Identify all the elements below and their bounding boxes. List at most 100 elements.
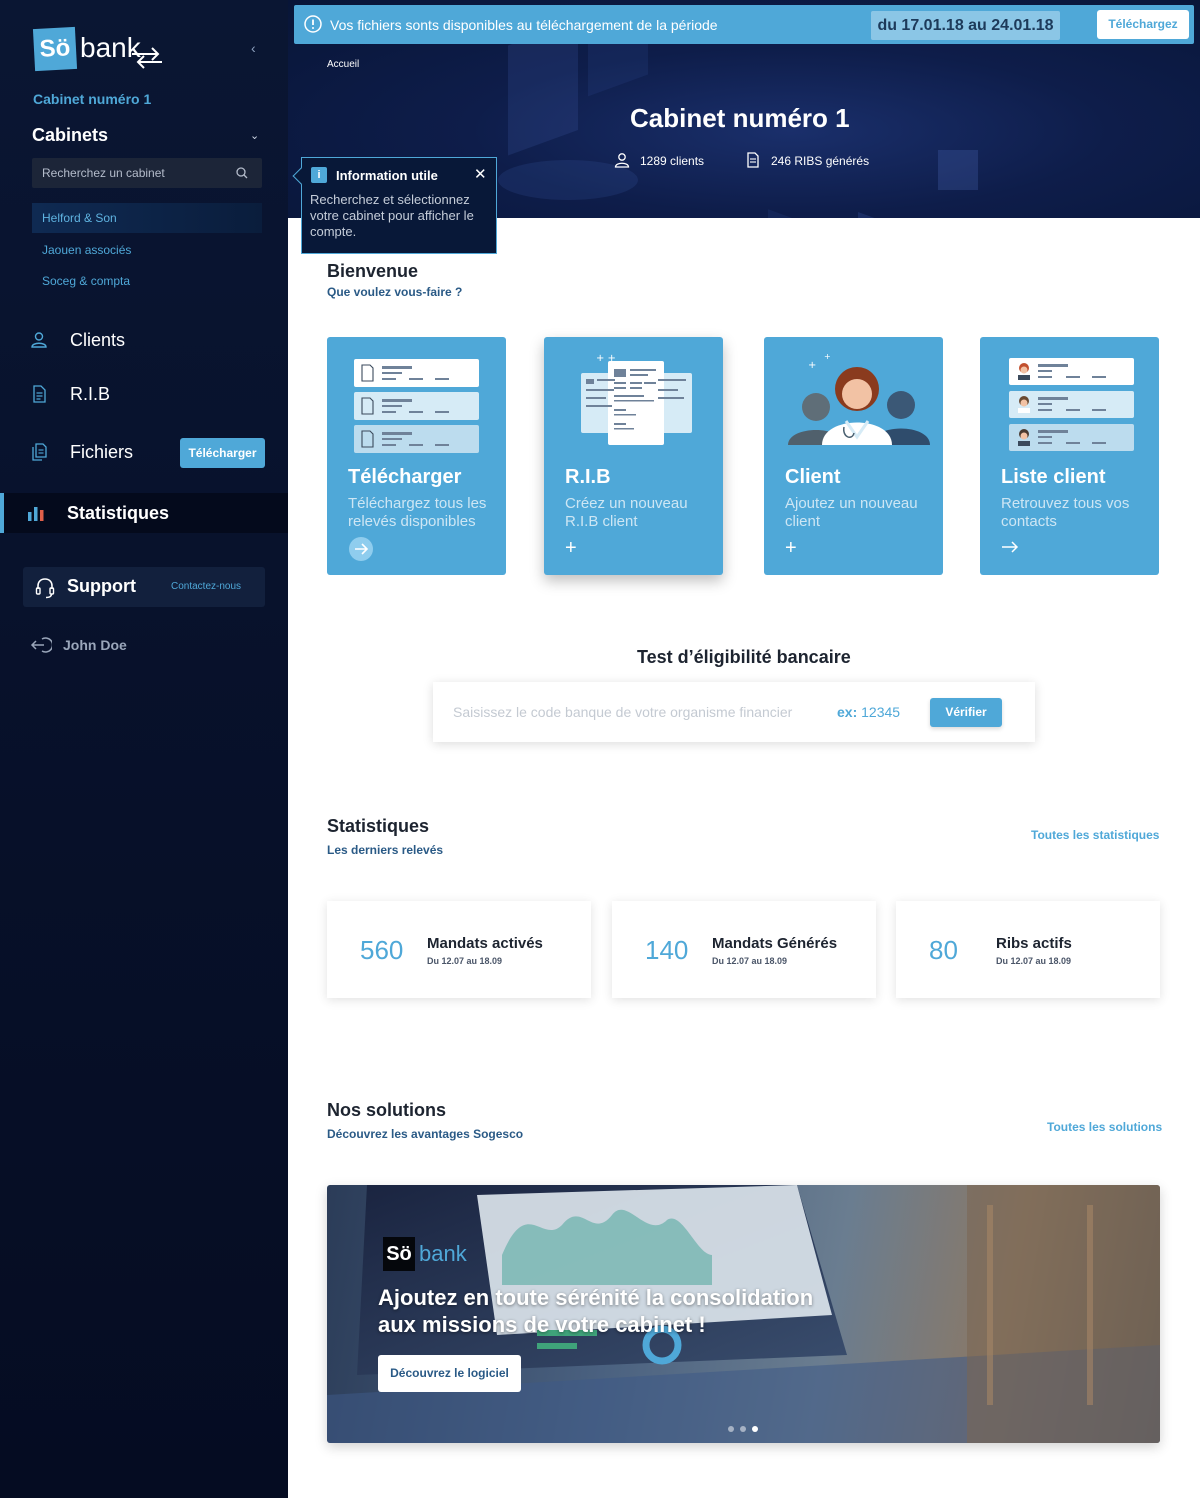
nav-label-statistiques: Statistiques <box>67 503 170 523</box>
solutions-title: Nos solutions <box>327 1100 447 1120</box>
breadcrumb[interactable]: Accueil <box>327 59 359 70</box>
collapse-sidebar-icon[interactable]: ‹ <box>251 40 256 56</box>
info-icon: i <box>311 167 327 183</box>
sobank-logo[interactable]: Sö bank <box>32 26 164 72</box>
example-label: ex: <box>837 704 858 720</box>
info-tooltip: i Information utile ✕ Recherchez et séle… <box>292 157 497 254</box>
card-title: Télécharger <box>348 466 462 488</box>
stat-value: 80 <box>929 935 958 965</box>
nav-item-statistiques[interactable]: Statistiques <box>0 493 288 533</box>
bar-chart-icon <box>28 507 44 521</box>
support-button[interactable]: Support Contactez-nous <box>23 567 265 607</box>
contacts-list-icon <box>1009 358 1134 451</box>
card-title: Client <box>785 466 841 488</box>
close-icon[interactable]: ✕ <box>474 165 487 183</box>
promo-logo-so: Sö <box>383 1237 415 1271</box>
nav-label-rib: R.I.B <box>70 384 111 404</box>
card-description: Retrouvez tous vos contacts <box>1001 495 1130 530</box>
all-solutions-link[interactable]: Toutes les solutions <box>1047 1120 1162 1134</box>
stats-title: Statistiques <box>327 816 430 836</box>
headset-icon <box>35 578 55 599</box>
card-rib[interactable]: + + R.I.B Créez un nouveau R.I.B client … <box>544 337 723 575</box>
bank-code-input[interactable] <box>453 700 833 724</box>
stat-label: Ribs actifs <box>996 935 1072 952</box>
banner-text: Vos fichiers sonts disponibles au téléch… <box>330 17 718 33</box>
download-banner: Vos fichiers sonts disponibles au téléch… <box>294 5 1194 44</box>
card-description: Téléchargez tous les relevés disponibles <box>348 495 487 530</box>
stat-label: Mandats activés <box>427 935 543 952</box>
svg-text:+: + <box>808 360 816 371</box>
user-icon <box>614 153 630 168</box>
stat-value: 560 <box>360 935 404 965</box>
eligibility-form: ex: 12345 Vérifier <box>433 682 1035 742</box>
card-liste-client[interactable]: Liste client Retrouvez tous vos contacts <box>980 337 1159 575</box>
support-label: Support <box>67 576 136 596</box>
carousel-dot[interactable] <box>728 1426 734 1432</box>
cabinet-item-jaouen[interactable]: Jaouen associés <box>32 235 262 265</box>
promo-logo: Sö bank <box>383 1237 503 1273</box>
rib-documents-icon: + + <box>581 353 692 445</box>
welcome-title: Bienvenue <box>327 261 419 281</box>
tooltip-body: Recherchez et sélectionnez votre cabinet… <box>310 192 474 239</box>
stat-period: Du 12.07 au 18.09 <box>712 956 788 966</box>
cabinet-search <box>32 158 262 188</box>
search-icon[interactable] <box>236 167 248 179</box>
logout-icon <box>30 637 52 653</box>
card-description: Créez un nouveau R.I.B client <box>565 495 688 530</box>
page-title: Cabinet numéro 1 <box>630 103 850 133</box>
stats-subtitle: Les derniers relevés <box>327 843 444 857</box>
solutions-subtitle: Découvrez les avantages Sogesco <box>327 1127 524 1141</box>
nav-label-clients: Clients <box>70 330 126 350</box>
cabinets-heading[interactable]: Cabinets <box>32 125 108 146</box>
chevron-down-icon[interactable]: ⌄ <box>250 129 259 142</box>
plus-icon[interactable]: + <box>785 537 797 560</box>
hero-ribs-count: 246 RIBS générés <box>745 152 869 170</box>
card-telecharger[interactable]: Télécharger Téléchargez tous les relevés… <box>327 337 506 575</box>
verify-button[interactable]: Vérifier <box>930 698 1002 727</box>
stat-period: Du 12.07 au 18.09 <box>996 956 1072 966</box>
card-client[interactable]: + + Client Ajoutez un nouveau client + <box>764 337 943 575</box>
stat-period: Du 12.07 au 18.09 <box>427 956 503 966</box>
discover-software-button[interactable]: Découvrez le logiciel <box>378 1355 521 1392</box>
user-name: John Doe <box>63 637 127 653</box>
promo-title: Ajoutez en toute sérénité la consolidati… <box>378 1285 814 1337</box>
people-group-icon: + + <box>788 352 930 445</box>
card-title: R.I.B <box>565 466 611 488</box>
carousel-dot[interactable] <box>740 1426 746 1432</box>
support-contact-link[interactable]: Contactez-nous <box>171 581 241 592</box>
banner-download-button[interactable]: Téléchargez <box>1097 10 1189 39</box>
card-description: Ajoutez un nouveau client <box>785 495 918 530</box>
carousel-dots <box>728 1419 764 1437</box>
arrow-circle-icon[interactable] <box>348 536 374 562</box>
current-cabinet-label: Cabinet numéro 1 <box>33 91 152 107</box>
nav-label-fichiers: Fichiers <box>70 442 134 462</box>
nav-item-clients[interactable]: Clients <box>0 320 288 360</box>
promo-logo-bank: bank <box>419 1241 467 1266</box>
stat-card-mandats-actives[interactable]: 560 Mandats activés Du 12.07 au 18.09 <box>327 901 591 998</box>
card-title: Liste client <box>1001 466 1106 488</box>
banner-period: du 17.01.18 au 24.01.18 <box>871 11 1060 40</box>
user-icon <box>31 332 47 348</box>
ribs-count-text: 246 RIBS générés <box>771 154 870 168</box>
carousel-dot[interactable] <box>752 1426 758 1432</box>
welcome-subtitle: Que voulez vous-faire ? <box>327 285 463 299</box>
cabinet-item-helford[interactable]: Helford & Son <box>32 203 262 233</box>
cabinet-search-input[interactable] <box>32 158 232 188</box>
fichiers-download-button[interactable]: Télécharger <box>180 438 265 468</box>
logo-so-mark: Sö <box>32 26 78 72</box>
document-icon <box>33 385 46 403</box>
nav-item-rib[interactable]: R.I.B <box>0 374 288 414</box>
clients-count-text: 1289 clients <box>640 154 705 168</box>
active-indicator <box>0 493 4 533</box>
bank-code-example: ex: 12345 <box>837 704 900 720</box>
stat-card-ribs-actifs[interactable]: 80 Ribs actifs Du 12.07 au 18.09 <box>896 901 1160 998</box>
plus-icon[interactable]: + <box>565 537 577 560</box>
files-icon <box>32 443 47 461</box>
all-stats-link[interactable]: Toutes les statistiques <box>1031 828 1159 842</box>
example-value: 12345 <box>861 704 901 720</box>
promo-banner: Sö bank Ajoutez en toute sérénité la con… <box>327 1185 1160 1443</box>
cabinet-item-soceg[interactable]: Soceg & compta <box>32 266 262 296</box>
arrow-right-icon[interactable] <box>1001 540 1019 554</box>
stat-card-mandats-generes[interactable]: 140 Mandats Générés Du 12.07 au 18.09 <box>612 901 876 998</box>
stat-label: Mandats Générés <box>712 935 838 952</box>
